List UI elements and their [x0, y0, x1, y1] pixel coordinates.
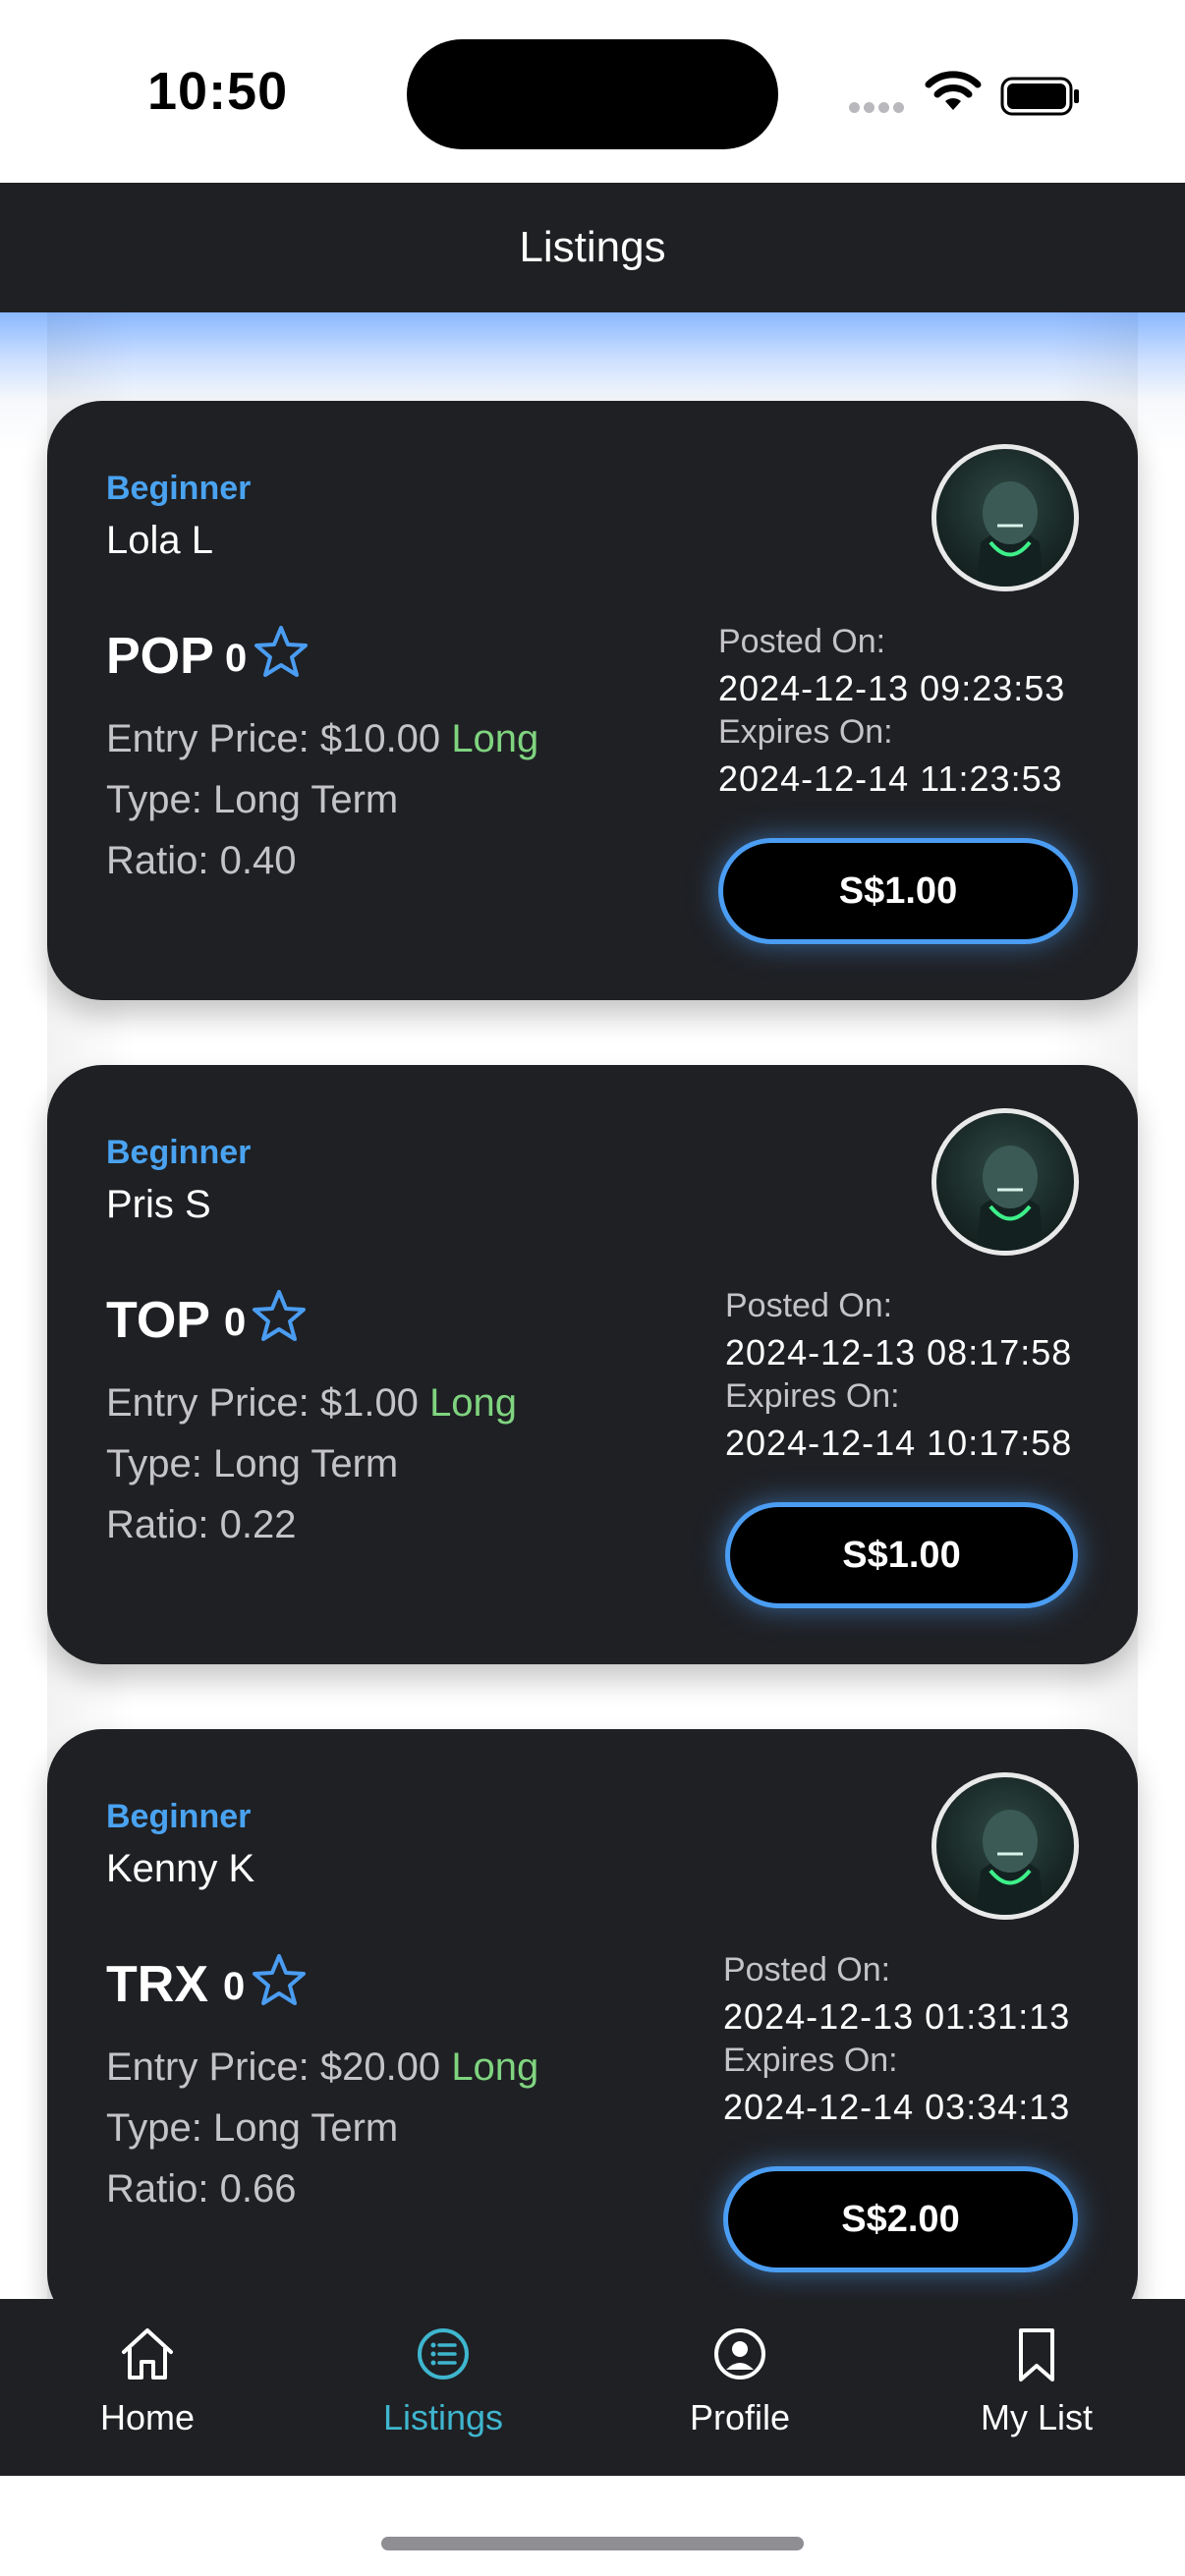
bookmark-icon — [1019, 2328, 1054, 2381]
dynamic-island — [407, 39, 778, 149]
tab-profile[interactable]: Profile — [642, 2323, 838, 2450]
star-icon[interactable] — [250, 1287, 309, 1346]
avatar-image — [976, 1810, 1044, 1915]
buy-price-button[interactable]: S$2.00 — [723, 2166, 1078, 2272]
posted-label: Posted On: — [718, 623, 886, 660]
list-icon — [418, 2328, 469, 2380]
home-indicator[interactable] — [381, 2537, 804, 2550]
posted-label: Posted On: — [723, 1951, 891, 1988]
listing-card[interactable]: Beginner Pris S TOP 0 Entry Price: $1.00… — [47, 1065, 1138, 1664]
entry-price: Entry Price: $20.00 Long — [106, 2045, 539, 2089]
star-count: 0 — [225, 637, 248, 680]
direction-label: Long — [451, 717, 539, 760]
listing-ratio: Ratio: 0.22 — [106, 1503, 297, 1546]
posted-date: 2024-12-13 08:17:58 — [725, 1332, 1073, 1372]
listing-card[interactable]: Beginner Kenny K TRX 0 Entry Price: $20.… — [47, 1729, 1138, 2299]
cellular-signal-icon — [849, 100, 908, 114]
tab-my-list-label: My List — [980, 2397, 1093, 2437]
tab-profile-label: Profile — [689, 2397, 791, 2437]
listing-ratio: Ratio: 0.66 — [106, 2167, 297, 2211]
tab-bar: Home Listings Profile My List — [0, 2299, 1185, 2476]
avatar-image — [976, 481, 1044, 587]
star-count: 0 — [223, 1965, 246, 2008]
trader-level: Beginner — [106, 1134, 252, 1171]
tab-listings-label: Listings — [382, 2397, 504, 2437]
listings-scroll-area[interactable]: Beginner Lola L POP 0 Entry Price: $10.0… — [0, 312, 1185, 2299]
trader-level: Beginner — [106, 470, 252, 507]
posted-date: 2024-12-13 09:23:53 — [718, 668, 1066, 708]
app-header: Listings — [0, 183, 1185, 312]
posted-date: 2024-12-13 01:31:13 — [723, 1996, 1071, 2037]
ticker-symbol: POP — [106, 628, 214, 685]
ticker-symbol: TRX — [106, 1956, 208, 2013]
ticker-symbol: TOP — [106, 1292, 210, 1349]
listing-card[interactable]: Beginner Lola L POP 0 Entry Price: $10.0… — [47, 401, 1138, 1000]
trader-name: Lola L — [106, 519, 213, 562]
trader-level: Beginner — [106, 1798, 252, 1835]
expires-date: 2024-12-14 10:17:58 — [725, 1423, 1073, 1463]
direction-label: Long — [429, 1381, 518, 1425]
expires-date: 2024-12-14 11:23:53 — [718, 758, 1063, 799]
tab-listings[interactable]: Listings — [345, 2323, 541, 2450]
direction-label: Long — [451, 2045, 539, 2089]
star-icon[interactable] — [252, 623, 310, 682]
expires-date: 2024-12-14 03:34:13 — [723, 2087, 1071, 2127]
posted-label: Posted On: — [725, 1287, 893, 1324]
listing-ratio: Ratio: 0.40 — [106, 839, 297, 882]
tab-home-label: Home — [99, 2397, 196, 2437]
tab-home[interactable]: Home — [49, 2323, 246, 2450]
trader-avatar[interactable] — [931, 1772, 1079, 1920]
expires-label: Expires On: — [718, 713, 893, 751]
status-bar: 10:50 — [0, 0, 1185, 183]
expires-label: Expires On: — [723, 2042, 898, 2079]
entry-price: Entry Price: $10.00 Long — [106, 717, 539, 760]
trader-avatar[interactable] — [931, 1108, 1079, 1256]
entry-price: Entry Price: $1.00 Long — [106, 1381, 518, 1425]
home-icon — [122, 2328, 173, 2380]
listing-type: Type: Long Term — [106, 2106, 399, 2150]
avatar-image — [976, 1146, 1044, 1251]
trader-avatar[interactable] — [931, 444, 1079, 591]
page-title: Listings — [519, 223, 666, 271]
profile-icon — [714, 2328, 765, 2380]
expires-label: Expires On: — [725, 1377, 900, 1415]
buy-price-button[interactable]: S$1.00 — [725, 1502, 1078, 1608]
star-icon[interactable] — [250, 1951, 309, 2010]
tab-my-list[interactable]: My List — [938, 2323, 1135, 2450]
trader-name: Kenny K — [106, 1847, 255, 1890]
home-indicator-area — [0, 2476, 1185, 2576]
wifi-icon — [925, 71, 982, 110]
battery-icon — [1000, 77, 1079, 116]
status-time: 10:50 — [147, 62, 289, 121]
listing-type: Type: Long Term — [106, 1442, 399, 1485]
listing-type: Type: Long Term — [106, 778, 399, 821]
buy-price-button[interactable]: S$1.00 — [718, 838, 1078, 944]
star-count: 0 — [224, 1301, 247, 1344]
trader-name: Pris S — [106, 1183, 211, 1226]
